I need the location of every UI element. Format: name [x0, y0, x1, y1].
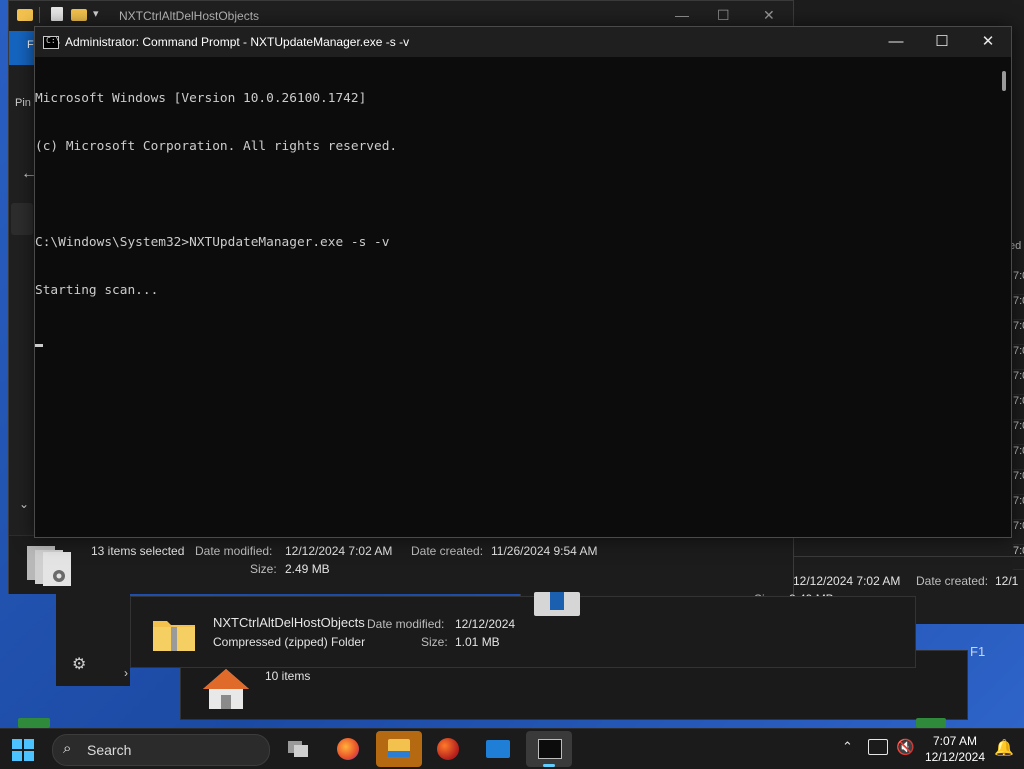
list-item[interactable]: 7:0	[1013, 445, 1024, 470]
new-folder-icon[interactable]	[71, 9, 87, 21]
network-icon[interactable]	[868, 739, 888, 755]
folder-icon	[17, 9, 33, 21]
items-count: 10 items	[265, 669, 311, 683]
cmd-icon-glyph: C:\	[46, 36, 61, 45]
divider	[39, 7, 40, 23]
multiple-files-icon	[25, 542, 75, 588]
console-scrollbar[interactable]	[999, 57, 1011, 537]
console-line: Microsoft Windows [Version 10.0.26100.17…	[35, 91, 367, 106]
command-prompt-taskbar-icon	[538, 739, 562, 759]
explorer-title: NXTCtrlAltDelHostObjects	[119, 9, 260, 23]
zip-type: Compressed (zipped) Folder	[213, 635, 366, 649]
command-prompt-icon: C:\	[43, 36, 61, 49]
task-view-button[interactable]	[278, 731, 318, 767]
list-item[interactable]: 7:0	[1013, 295, 1024, 320]
maximize-button[interactable]: ☐	[919, 31, 965, 53]
clock-time: 7:07 AM	[932, 734, 978, 748]
properties-icon[interactable]	[51, 7, 63, 21]
chevron-up-icon[interactable]: ⌃	[842, 739, 853, 755]
taskbar: ⌕ Search ⌃ 🔇 7:07 AM 12/12/2024 🔔	[0, 728, 1024, 769]
app-red-button[interactable]	[428, 731, 468, 767]
chevron-right-icon[interactable]: ›	[124, 666, 128, 680]
list-item[interactable]: 7:0	[1013, 395, 1024, 420]
firefox-button[interactable]	[328, 731, 368, 767]
ribbon-file-tab[interactable]: F	[9, 31, 37, 65]
app-thumbnail-icon	[534, 592, 580, 616]
cursor-line	[35, 331, 995, 347]
command-prompt-window[interactable]: C:\ Administrator: Command Prompt - NXTU…	[34, 26, 1012, 538]
network-monitor-icon	[486, 740, 510, 758]
list-item[interactable]: 7:0	[1013, 420, 1024, 445]
zip-size-value: 1.01 MB	[455, 635, 500, 649]
explorer-window-left-fragment[interactable]: ⚙ ›	[56, 590, 130, 686]
list-item[interactable]: 7:0	[1013, 270, 1024, 295]
f1-label: F1	[970, 644, 986, 659]
explorer-window-zip[interactable]: NXTCtrlAltDelHostObjects Compressed (zip…	[130, 596, 916, 668]
zip-folder-icon	[151, 615, 197, 653]
task-view-icon-front	[294, 745, 308, 757]
size-label: Size:	[250, 562, 277, 576]
app-thumbnail-accent	[550, 592, 564, 610]
command-prompt-taskbar-button[interactable]	[526, 731, 572, 767]
list-item[interactable]: 7:0	[1013, 345, 1024, 370]
search-icon: ⌕	[63, 740, 72, 757]
right-date-modified-value: 12/12/2024 7:02 AM	[793, 574, 901, 588]
file-explorer-button[interactable]	[376, 731, 422, 767]
console-line: (c) Microsoft Corporation. All rights re…	[35, 139, 398, 154]
system-clock[interactable]: 7:07 AM 12/12/2024	[912, 733, 998, 765]
zip-date-modified-label: Date modified:	[367, 617, 445, 631]
maximize-icon[interactable]: ☐	[717, 7, 730, 24]
minimize-icon[interactable]: —	[675, 7, 689, 23]
app-red-icon	[437, 738, 459, 760]
selection-count: 13 items selected	[91, 544, 185, 558]
console-line: Starting scan...	[35, 283, 159, 298]
firefox-icon	[337, 738, 359, 760]
date-modified-value: 12/12/2024 7:02 AM	[285, 544, 393, 558]
list-item[interactable]: 7:0	[1013, 495, 1024, 520]
file-tab-label: F	[27, 39, 34, 51]
home-icon	[201, 667, 251, 711]
network-monitor-button[interactable]	[478, 731, 518, 767]
command-prompt-title: Administrator: Command Prompt - NXTUpdat…	[65, 35, 410, 49]
windows-start-icon[interactable]	[12, 739, 34, 761]
zip-name: NXTCtrlAltDelHostObjects	[213, 615, 365, 630]
chevron-down-icon[interactable]: ▾	[93, 7, 99, 20]
date-created-label: Date created:	[411, 544, 484, 558]
command-prompt-titlebar[interactable]: C:\ Administrator: Command Prompt - NXTU…	[35, 27, 1011, 57]
desktop-shortcut-icon[interactable]	[916, 718, 946, 728]
zip-size-label: Size:	[421, 635, 448, 649]
zip-date-modified-value: 12/12/2024	[455, 617, 516, 631]
date-modified-label: Date modified:	[195, 544, 273, 558]
nav-button[interactable]	[11, 203, 33, 235]
search-label: Search	[87, 742, 132, 758]
clock-date: 12/12/2024	[924, 750, 986, 764]
date-created-value: 11/26/2024 9:54 AM	[491, 544, 598, 558]
size-value: 2.49 MB	[285, 562, 330, 576]
list-item[interactable]: 7:0	[1013, 320, 1024, 345]
taskbar-search-box[interactable]: ⌕ Search	[52, 734, 270, 766]
file-explorer-icon-accent	[388, 751, 410, 757]
desktop-shortcut-icon[interactable]	[18, 718, 50, 728]
right-rows: 7:0 7:0 7:0 7:0 7:0 7:0 7:0 7:0 7:0 7:0 …	[1013, 270, 1024, 570]
close-button[interactable]: ✕	[965, 31, 1011, 53]
list-item[interactable]: 7:0	[1013, 545, 1024, 570]
right-date-created-label: Date created:	[916, 574, 989, 588]
scrollbar-thumb[interactable]	[1002, 71, 1006, 91]
right-date-created-value: 12/1	[995, 574, 1019, 588]
console-line: C:\Windows\System32>NXTUpdateManager.exe…	[35, 235, 390, 250]
chevron-down-icon[interactable]: ⌄	[19, 497, 29, 511]
console-output[interactable]: Microsoft Windows [Version 10.0.26100.17…	[35, 57, 995, 539]
list-item[interactable]: 7:0	[1013, 370, 1024, 395]
list-item[interactable]: 7:0	[1013, 470, 1024, 495]
active-app-indicator	[543, 764, 555, 767]
pin-label-partial: Pin	[15, 97, 31, 109]
gear-icon[interactable]: ⚙	[72, 654, 86, 674]
text-cursor	[35, 344, 43, 347]
close-icon[interactable]: ✕	[763, 7, 775, 24]
details-pane: 13 items selected Date modified: 12/12/2…	[9, 535, 793, 594]
list-item[interactable]: 7:0	[1013, 520, 1024, 545]
notification-bell-icon[interactable]: 🔔	[994, 738, 1014, 758]
minimize-button[interactable]: —	[873, 31, 919, 53]
